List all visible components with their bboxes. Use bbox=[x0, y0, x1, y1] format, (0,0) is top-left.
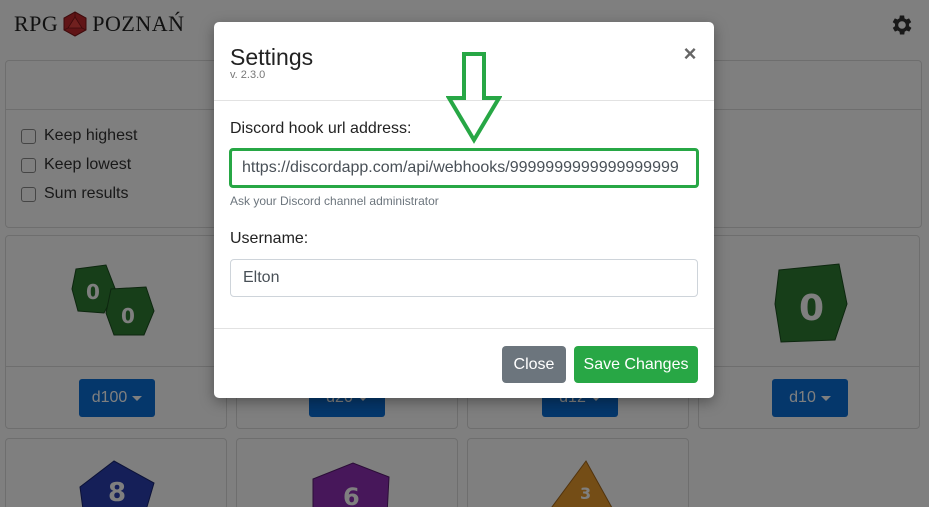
modal-title: Settings bbox=[230, 44, 314, 70]
save-changes-button[interactable]: Save Changes bbox=[574, 346, 698, 383]
close-button[interactable]: Close bbox=[502, 346, 566, 383]
down-arrow-annotation-icon bbox=[446, 52, 502, 144]
username-label: Username: bbox=[230, 230, 309, 247]
discord-hook-help: Ask your Discord channel administrator bbox=[230, 194, 439, 208]
username-input[interactable]: Elton bbox=[230, 259, 698, 297]
discord-hook-label: Discord hook url address: bbox=[230, 120, 412, 137]
version-label: v. 2.3.0 bbox=[230, 69, 266, 81]
modal-footer-divider bbox=[214, 328, 714, 329]
discord-hook-input[interactable]: https://discordapp.com/api/webhooks/9999… bbox=[229, 148, 699, 188]
settings-modal: Settings v. 2.3.0 × Discord hook url add… bbox=[214, 22, 714, 398]
close-icon[interactable]: × bbox=[680, 42, 700, 66]
